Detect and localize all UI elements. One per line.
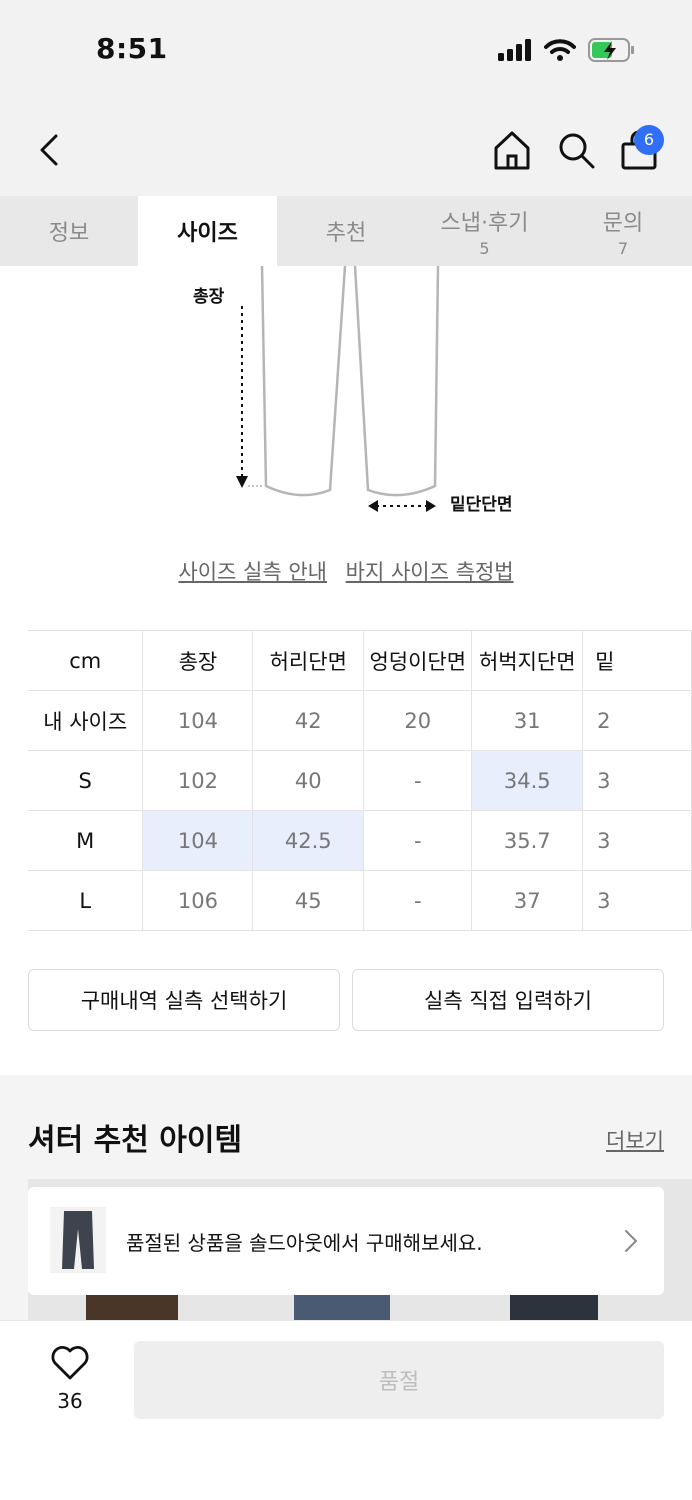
row-label: 내 사이즈 [28, 690, 144, 751]
more-link[interactable]: 더보기 [606, 1125, 664, 1155]
nav-bar [0, 100, 692, 196]
table-cell-highlighted: 42.5 [252, 810, 365, 871]
pants-outline [236, 265, 440, 512]
table-cell: - [363, 750, 473, 811]
table-cell: 42 [252, 690, 365, 751]
table-header: cm [28, 630, 144, 691]
table-cell: - [363, 870, 473, 931]
table-header: 허리단면 [252, 630, 365, 691]
home-icon[interactable] [492, 128, 532, 172]
size-table-container: cm 총장 허리단면 엉덩이단면 허벅지단면 밑 내 사이즈 104 42 20… [0, 620, 692, 940]
length-label: 총장 [193, 287, 225, 307]
tab-info[interactable]: 정보 [0, 196, 138, 266]
actual-size-guide-link[interactable]: 사이즈 실측 안내 [178, 560, 327, 584]
status-bar: 8:51 [0, 0, 692, 100]
tab-inquiry[interactable]: 문의 7 [554, 196, 692, 266]
like-count: 36 [57, 1389, 83, 1413]
tab-snap-review[interactable]: 스냅·후기 5 [415, 196, 554, 266]
table-header: 총장 [142, 630, 254, 691]
table-cell: 106 [142, 870, 254, 931]
soldout-message: 품절된 상품을 솔드아웃에서 구매해보세요. [126, 1231, 483, 1255]
cart-count-badge: 6 [634, 125, 664, 155]
product-tabs: 정보 사이즈 추천 스냅·후기 5 문의 7 [0, 196, 692, 266]
table-row: 내 사이즈 104 42 20 31 2 [28, 690, 692, 751]
tab-label: 정보 [48, 221, 90, 246]
row-label: L [28, 870, 144, 931]
product-thumbnail [50, 1207, 106, 1273]
signal-icon [498, 39, 531, 61]
table-cell: 31 [471, 690, 584, 751]
tab-label: 추천 [325, 221, 367, 246]
size-guide-links: 사이즈 실측 안내 바지 사이즈 측정법 [0, 556, 692, 586]
wifi-icon [544, 39, 576, 61]
tab-recommend[interactable]: 추천 [277, 196, 415, 266]
table-cell: 3 [582, 810, 692, 871]
status-icons [498, 38, 636, 62]
pants-measure-link[interactable]: 바지 사이즈 측정법 [346, 560, 514, 584]
table-cell: 45 [252, 870, 365, 931]
table-row: S 102 40 - 34.5 3 [28, 750, 692, 811]
table-header: 밑 [582, 630, 692, 691]
heart-icon [51, 1346, 89, 1380]
tab-label: 사이즈 [177, 221, 238, 246]
tab-count: 5 [479, 238, 490, 258]
table-header: 엉덩이단면 [363, 630, 473, 691]
table-cell: 102 [142, 750, 254, 811]
table-cell: 104 [142, 690, 254, 751]
manual-size-input-button[interactable]: 실측 직접 입력하기 [352, 969, 664, 1031]
back-icon[interactable] [30, 128, 70, 172]
table-row: L 106 45 - 37 3 [28, 870, 692, 931]
tab-label: 스냅·후기 [440, 210, 529, 236]
battery-charging-icon [588, 38, 634, 62]
table-cell-highlighted: 104 [142, 810, 254, 871]
table-cell: 3 [582, 750, 692, 811]
row-label: S [28, 750, 144, 811]
table-cell: 2 [582, 690, 692, 751]
tab-label: 문의 [602, 210, 644, 236]
size-table: cm 총장 허리단면 엉덩이단면 허벅지단면 밑 내 사이즈 104 42 20… [28, 630, 692, 931]
soldout-banner[interactable]: 품절된 상품을 솔드아웃에서 구매해보세요. [28, 1187, 664, 1295]
table-cell: 3 [582, 870, 692, 931]
table-row: M 104 42.5 - 35.7 3 [28, 810, 692, 871]
like-button[interactable]: 36 [40, 1345, 100, 1413]
table-cell-highlighted: 34.5 [471, 750, 584, 811]
pants-measure-diagram: 총장 밑단단면 [0, 265, 692, 536]
table-cell: 35.7 [471, 810, 584, 871]
soldout-button[interactable]: 품절 [134, 1341, 664, 1419]
table-cell: 37 [471, 870, 584, 931]
search-icon[interactable] [556, 130, 596, 170]
chevron-right-icon [625, 1230, 638, 1252]
table-cell: 40 [252, 750, 365, 811]
tab-count: 7 [617, 238, 629, 258]
select-purchase-size-button[interactable]: 구매내역 실측 선택하기 [28, 969, 340, 1031]
recommend-title: 셔터 추천 아이템 [28, 1123, 243, 1158]
table-cell: - [363, 810, 473, 871]
recommend-section: 셔터 추천 아이템 더보기 품절된 상품을 솔드아웃에서 구매해보세요. [0, 1075, 692, 1335]
status-time: 8:51 [96, 32, 168, 65]
tab-size[interactable]: 사이즈 [138, 196, 277, 266]
table-header-row: cm 총장 허리단면 엉덩이단면 허벅지단면 밑 [28, 630, 692, 691]
table-cell: 20 [363, 690, 473, 751]
row-label: M [28, 810, 144, 871]
hem-label: 밑단단면 [450, 495, 513, 515]
table-header: 허벅지단면 [471, 630, 584, 691]
bottom-action-bar: 36 품절 [0, 1320, 692, 1500]
pants-image-icon [62, 1211, 94, 1269]
